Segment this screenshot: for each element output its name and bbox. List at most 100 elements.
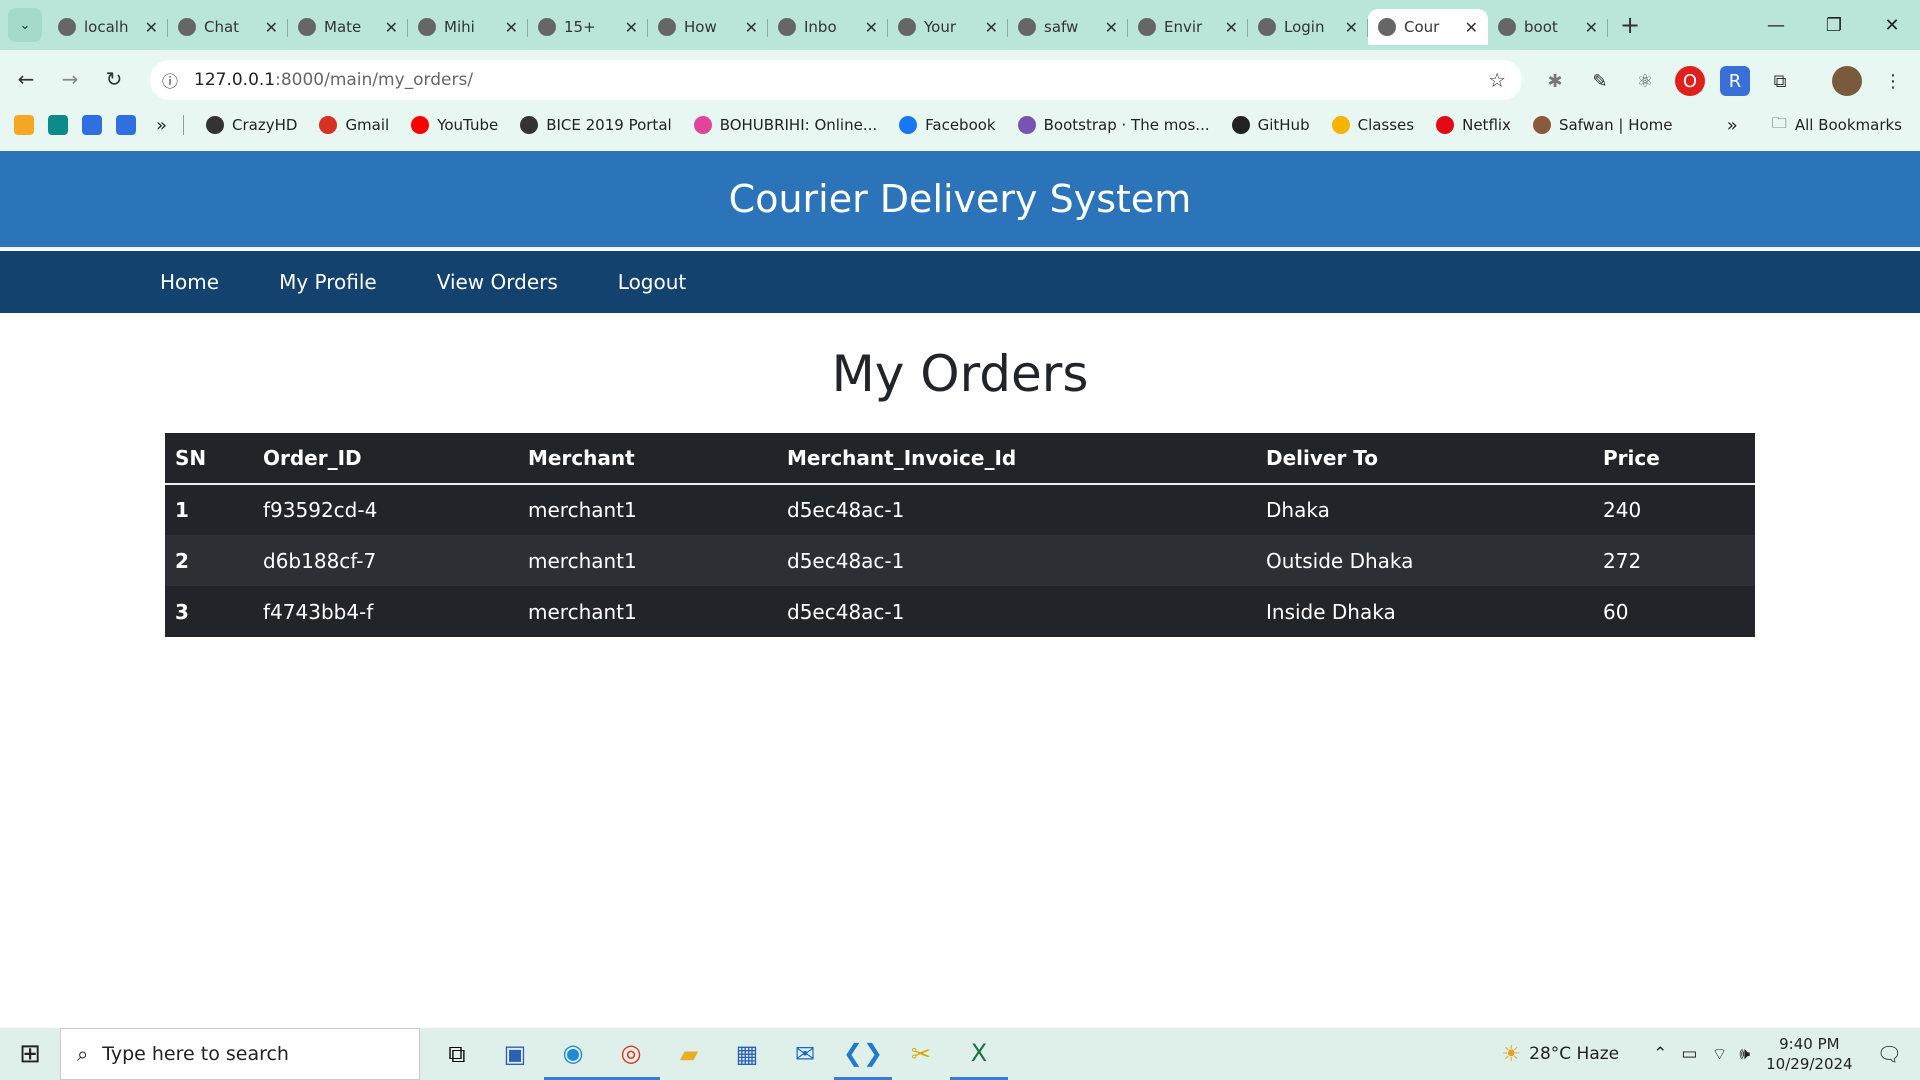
address-bar[interactable]: ⓘ 127.0.0.1:8000/main/my_orders/ ☆: [150, 60, 1522, 100]
weather-icon[interactable]: ☀: [1501, 1042, 1521, 1067]
edge-icon[interactable]: ◉: [544, 1028, 602, 1080]
close-tab-icon[interactable]: ✕: [1105, 18, 1118, 37]
chrome-icon[interactable]: ◎: [602, 1028, 660, 1080]
browser-tab[interactable]: Mate ✕: [288, 9, 408, 45]
clock[interactable]: 9:40 PM 10/29/2024: [1766, 1034, 1852, 1074]
nav-my-profile[interactable]: My Profile: [269, 270, 387, 294]
vscode-icon[interactable]: ❮❯: [834, 1028, 892, 1080]
site-info-icon[interactable]: ⓘ: [162, 68, 190, 92]
bookmark-favicon-icon: [1331, 116, 1350, 134]
close-tab-icon[interactable]: ✕: [1345, 18, 1358, 37]
browser-tab[interactable]: Inbo ✕: [768, 9, 888, 45]
snipping-tool-icon[interactable]: ✂: [892, 1028, 950, 1080]
store-icon[interactable]: ▦: [718, 1028, 776, 1080]
browser-tab[interactable]: Login ✕: [1248, 9, 1368, 45]
cell-merchant: merchant1: [518, 586, 777, 637]
close-tab-icon[interactable]: ✕: [745, 18, 758, 37]
bookmark-favicon-icon: [693, 116, 712, 134]
browser-tab[interactable]: Your ✕: [888, 9, 1008, 45]
windows-start-icon[interactable]: ⊞: [0, 1028, 60, 1080]
nav-view-orders[interactable]: View Orders: [427, 270, 568, 294]
volume-icon[interactable]: 🕪: [1739, 1044, 1750, 1064]
bookmark-app-icon[interactable]: [116, 115, 136, 135]
close-tab-icon[interactable]: ✕: [385, 18, 398, 37]
weather-text[interactable]: 28°C Haze: [1529, 1044, 1619, 1064]
bookmark-item[interactable]: Safwan | Home: [1532, 116, 1673, 134]
browser-tab[interactable]: Envir ✕: [1128, 9, 1248, 45]
bookmark-item[interactable]: BOHUBRIHI: Online...: [693, 116, 877, 134]
minimize-button[interactable]: —: [1748, 0, 1804, 50]
browser-tab[interactable]: localh ✕: [48, 9, 168, 45]
close-tab-icon[interactable]: ✕: [145, 18, 158, 37]
task-view-icon[interactable]: ⧉: [428, 1028, 486, 1080]
bookmark-item[interactable]: Facebook: [899, 116, 996, 134]
cell-order-id: f4743bb4-f: [253, 586, 518, 637]
notification-center-icon[interactable]: 🗨: [1877, 1042, 1902, 1066]
new-tab-button[interactable]: +: [1620, 11, 1640, 39]
eyedropper-extension-icon[interactable]: ✎: [1585, 66, 1615, 96]
extensions-puzzle-icon[interactable]: ⧉: [1765, 66, 1795, 96]
bookmark-favicon-icon: [1532, 116, 1551, 134]
browser-tab[interactable]: safw ✕: [1008, 9, 1128, 45]
all-bookmarks[interactable]: » 🗀 All Bookmarks: [1727, 113, 1902, 138]
profile-avatar[interactable]: [1832, 66, 1862, 96]
table-row: 1 f93592cd-4 merchant1 d5ec48ac-1 Dhaka …: [165, 484, 1755, 535]
nav-logout[interactable]: Logout: [608, 270, 696, 294]
close-tab-icon[interactable]: ✕: [985, 18, 998, 37]
remote-desktop-icon[interactable]: ▣: [486, 1028, 544, 1080]
browser-tab[interactable]: boot ✕: [1488, 9, 1608, 45]
cell-merchant-invoice-id: d5ec48ac-1: [777, 586, 1256, 637]
nav-home[interactable]: Home: [150, 270, 229, 294]
show-hidden-icons[interactable]: ⌃: [1653, 1044, 1667, 1064]
bookmarks-overflow-icon[interactable]: »: [156, 115, 167, 136]
tab-search-button[interactable]: ⌄: [8, 8, 42, 42]
r-extension-icon[interactable]: R: [1720, 66, 1750, 96]
bug-extension-icon[interactable]: ✱: [1540, 66, 1570, 96]
opera-extension-icon[interactable]: O: [1675, 66, 1705, 96]
bookmark-item[interactable]: CrazyHD: [206, 116, 297, 134]
browser-tab[interactable]: Mihi ✕: [408, 9, 528, 45]
wifi-icon[interactable]: ⌔: [1711, 1044, 1727, 1065]
bookmark-item[interactable]: BICE 2019 Portal: [520, 116, 672, 134]
close-tab-icon[interactable]: ✕: [265, 18, 278, 37]
excel-icon[interactable]: X: [950, 1028, 1008, 1080]
bookmark-star-icon[interactable]: ☆: [1488, 68, 1506, 92]
all-bookmarks-label: All Bookmarks: [1794, 116, 1902, 134]
taskbar-search[interactable]: ⌕ Type here to search: [60, 1028, 420, 1080]
outlook-icon[interactable]: ✉: [776, 1028, 834, 1080]
close-tab-icon[interactable]: ✕: [865, 18, 878, 37]
col-header-deliver-to: Deliver To: [1256, 433, 1593, 485]
reload-button[interactable]: ↻: [96, 61, 132, 97]
file-explorer-icon[interactable]: ▰: [660, 1028, 718, 1080]
browser-menu-icon[interactable]: ⋮: [1878, 66, 1908, 96]
close-tab-icon[interactable]: ✕: [1465, 18, 1478, 37]
bookmark-item[interactable]: Gmail: [319, 116, 389, 134]
tab-title: Your: [924, 18, 957, 36]
close-tab-icon[interactable]: ✕: [1585, 18, 1598, 37]
bookmark-item[interactable]: Netflix: [1436, 116, 1511, 134]
bookmark-item[interactable]: YouTube: [411, 116, 498, 134]
bookmark-item[interactable]: Bootstrap · The mos...: [1017, 116, 1210, 134]
close-tab-icon[interactable]: ✕: [1225, 18, 1238, 37]
close-tab-icon[interactable]: ✕: [625, 18, 638, 37]
battery-icon[interactable]: ▭: [1681, 1044, 1697, 1064]
browser-tab[interactable]: Cour ✕: [1368, 9, 1488, 45]
close-window-button[interactable]: ✕: [1864, 0, 1920, 50]
back-button[interactable]: ←: [8, 61, 44, 97]
col-header-merchant-invoice-id: Merchant_Invoice_Id: [777, 433, 1256, 485]
bookmark-app-icon[interactable]: [48, 115, 68, 135]
bookmark-app-icon[interactable]: [82, 115, 102, 135]
bookmark-app-icon[interactable]: [14, 115, 34, 135]
react-extension-icon[interactable]: ⚛: [1630, 66, 1660, 96]
cell-price: 60: [1593, 586, 1755, 637]
browser-tab[interactable]: Chat ✕: [168, 9, 288, 45]
bookmark-item[interactable]: GitHub: [1231, 116, 1310, 134]
bookmark-item[interactable]: Classes: [1331, 116, 1414, 134]
bookmarks-more-icon[interactable]: »: [1727, 115, 1738, 136]
browser-tab[interactable]: How ✕: [648, 9, 768, 45]
restore-button[interactable]: ❐: [1806, 0, 1862, 50]
close-tab-icon[interactable]: ✕: [505, 18, 518, 37]
bookmark-label: Facebook: [925, 116, 996, 134]
forward-button[interactable]: →: [52, 61, 88, 97]
browser-tab[interactable]: 15+ ✕: [528, 9, 648, 45]
